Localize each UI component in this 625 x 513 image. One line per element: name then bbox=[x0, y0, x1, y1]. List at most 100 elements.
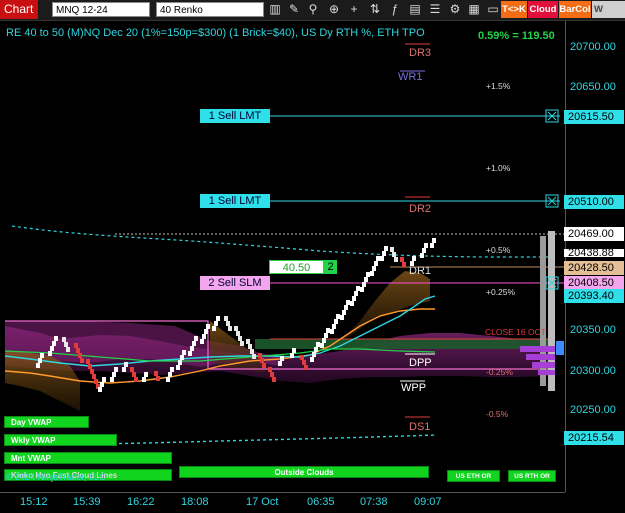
position-qty[interactable]: 2 bbox=[324, 260, 337, 274]
price-marker-last: 20469.00 bbox=[564, 227, 624, 241]
time-axis[interactable]: 15:12 15:39 16:22 18:08 17 Oct 06:35 07:… bbox=[0, 492, 565, 513]
renko-brick bbox=[346, 300, 350, 305]
dr2-label: DR2 bbox=[409, 203, 432, 215]
renko-brick bbox=[362, 282, 366, 287]
indicator-icon[interactable]: ƒ bbox=[386, 1, 404, 18]
renko-brick bbox=[88, 364, 92, 369]
renko-brick bbox=[280, 356, 284, 361]
renko-brick bbox=[340, 315, 344, 320]
barcol-button[interactable]: BarCol bbox=[559, 1, 591, 18]
t-k-button[interactable]: T<>K bbox=[501, 1, 527, 18]
renko-brick bbox=[130, 367, 134, 372]
renko-brick bbox=[304, 365, 308, 370]
renko-brick bbox=[432, 238, 436, 243]
renko-brick bbox=[64, 342, 68, 347]
price-marker-hidden: 20438.88 bbox=[564, 249, 624, 257]
price-tick: 20650.00 bbox=[570, 81, 616, 93]
sell-limit-order-1[interactable]: 1 Sell LMT bbox=[200, 109, 270, 123]
renko-brick bbox=[322, 338, 326, 343]
renko-brick bbox=[366, 272, 370, 277]
renko-brick bbox=[314, 347, 318, 352]
renko-brick bbox=[102, 377, 106, 382]
green-zone bbox=[255, 339, 555, 349]
renko-brick bbox=[86, 359, 90, 364]
us-eth-or-button[interactable]: US ETH OR bbox=[447, 470, 500, 482]
crosshair-icon[interactable]: ⊕ bbox=[325, 1, 343, 18]
renko-brick bbox=[412, 256, 416, 261]
renko-brick bbox=[320, 343, 324, 348]
properties-icon[interactable]: ☰ bbox=[426, 1, 444, 18]
time-tick: 09:07 bbox=[414, 496, 442, 508]
data-box-icon[interactable]: ▦ bbox=[465, 1, 483, 18]
renko-brick bbox=[292, 348, 296, 353]
template-icon[interactable]: ▤ bbox=[406, 1, 424, 18]
renko-brick bbox=[48, 351, 52, 356]
dpp-label: DPP bbox=[409, 357, 432, 369]
renko-brick bbox=[122, 367, 126, 372]
chart-title: RE 40 to 50 (M)NQ Dec 20 (1%=150p=$300) … bbox=[6, 27, 425, 39]
renko-brick bbox=[370, 271, 374, 276]
interval-selector[interactable]: 40 Renko bbox=[156, 2, 264, 17]
renko-brick bbox=[182, 350, 186, 355]
renko-brick bbox=[192, 341, 196, 346]
renko-brick bbox=[178, 360, 182, 365]
strategy-icon[interactable]: ⚙ bbox=[446, 1, 464, 18]
vwap-button[interactable]: W VWAP bbox=[592, 1, 625, 32]
upper-band-line bbox=[11, 225, 555, 258]
renko-brick bbox=[202, 334, 206, 339]
renko-brick bbox=[92, 374, 96, 379]
zoom-icon[interactable]: ⚲ bbox=[304, 1, 322, 18]
dr3-label: DR3 bbox=[409, 47, 432, 59]
close-label: CLOSE 16 OCT bbox=[485, 327, 546, 337]
renko-brick bbox=[170, 367, 174, 372]
price-marker-dr1: 20428.50 bbox=[564, 261, 624, 275]
renko-brick bbox=[336, 314, 340, 319]
pct-minus-0-25: -0.25% bbox=[486, 367, 513, 377]
pct-minus-0-5: -0.5% bbox=[486, 409, 509, 419]
wpp-label: WPP bbox=[401, 382, 427, 394]
pct-plus-1-0: +1.0% bbox=[486, 163, 511, 173]
renko-brick bbox=[326, 328, 330, 333]
renko-brick bbox=[54, 336, 58, 341]
draw-tool-icon[interactable]: + bbox=[345, 1, 363, 18]
renko-brick bbox=[36, 363, 40, 368]
chart-window: Chart MNQ 12-24 40 Renko ▥ ✎ ⚲ ⊕ + ⇅ ƒ ▤… bbox=[0, 0, 625, 513]
price-marker-vwap: 20215.54 bbox=[564, 431, 624, 445]
pct-plus-1-5: +1.5% bbox=[486, 81, 511, 91]
renko-brick bbox=[166, 377, 170, 382]
renko-brick bbox=[422, 248, 426, 253]
renko-brick bbox=[310, 357, 314, 362]
us-rth-or-button[interactable]: US RTH OR bbox=[508, 470, 556, 482]
renko-brick bbox=[312, 352, 316, 357]
pencil-icon[interactable]: ✎ bbox=[285, 1, 303, 18]
sell-limit-order-2[interactable]: 1 Sell LMT bbox=[200, 194, 270, 208]
window-icon[interactable]: ▭ bbox=[484, 1, 502, 18]
renko-brick bbox=[372, 266, 376, 271]
price-marker-sell-lmt-2: 20510.00 bbox=[564, 195, 624, 209]
renko-brick bbox=[290, 353, 294, 358]
renko-brick bbox=[224, 316, 228, 321]
renko-brick bbox=[216, 316, 220, 321]
renko-brick bbox=[394, 257, 398, 262]
renko-brick bbox=[424, 243, 428, 248]
chart-tab[interactable]: Chart bbox=[0, 0, 38, 19]
cloud-button[interactable]: Cloud bbox=[528, 1, 558, 18]
weekly-vwap-button[interactable]: Wkly VWAP bbox=[4, 434, 117, 446]
monthly-vwap-button[interactable]: Mnt VWAP bbox=[4, 452, 172, 464]
chart-panel[interactable]: RE 40 to 50 (M)NQ Dec 20 (1%=150p=$300) … bbox=[0, 21, 565, 513]
bar-style-icon[interactable]: ▥ bbox=[266, 1, 284, 18]
wr1-label: WR1 bbox=[398, 71, 423, 83]
price-axis[interactable]: 20700.00 20650.00 20615.50 20510.00 2046… bbox=[564, 21, 625, 492]
renko-brick bbox=[332, 324, 336, 329]
renko-brick bbox=[194, 336, 198, 341]
position-pnl[interactable]: 40.50 bbox=[269, 260, 324, 274]
chart-trader-icon[interactable]: ⇅ bbox=[366, 1, 384, 18]
sell-stop-order[interactable]: 2 Sell SLM bbox=[200, 276, 270, 290]
renko-brick bbox=[110, 377, 114, 382]
outside-clouds-button[interactable]: Outside Clouds bbox=[179, 466, 429, 478]
day-vwap-button[interactable]: Day VWAP bbox=[4, 416, 89, 428]
renko-brick bbox=[262, 363, 266, 368]
instrument-selector[interactable]: MNQ 12-24 bbox=[52, 2, 150, 17]
renko-brick bbox=[252, 354, 256, 359]
renko-brick bbox=[78, 353, 82, 358]
